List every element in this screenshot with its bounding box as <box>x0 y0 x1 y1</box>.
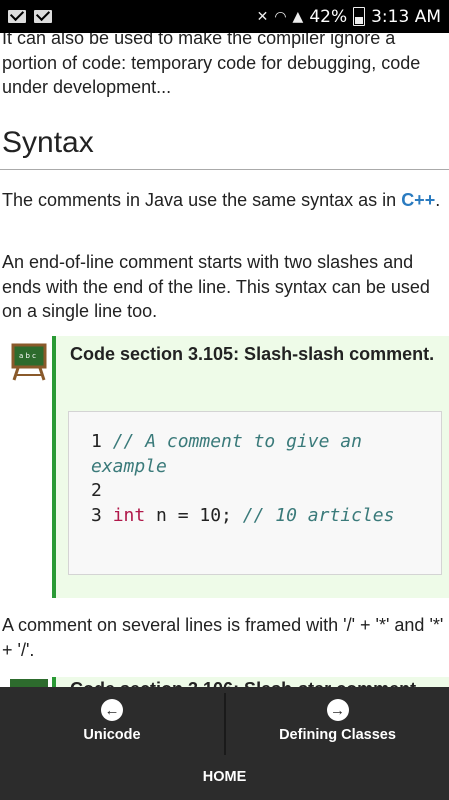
line-number: 2 <box>91 480 102 501</box>
cpp-link[interactable]: C++ <box>401 190 435 210</box>
bottom-navigation: ← Unicode → Defining Classes HOME <box>0 687 449 800</box>
code-section-panel: Code section 3.105: Slash-slash comment.… <box>52 336 449 598</box>
code-comment: // 10 articles <box>242 504 395 526</box>
mute-icon: ✕ <box>256 8 269 25</box>
code-caption: Code section 3.106: Slash-star comment <box>70 679 416 687</box>
chalkboard-icon <box>10 679 48 687</box>
intro-paragraph: It can also be used to make the compiler… <box>2 33 421 97</box>
line-number: 3 <box>91 504 102 526</box>
battery-percent: 42% <box>309 6 348 27</box>
code-comment: // A comment to give an example <box>91 431 362 477</box>
prev-chapter-label: Unicode <box>83 727 141 743</box>
line-number: 1 <box>91 431 102 452</box>
multiline-paragraph: A comment on several lines is framed wit… <box>2 615 444 660</box>
code-section-3-105: a b c Code section 3.105: Slash-slash co… <box>10 336 449 598</box>
status-bar: ✕ ◠ ▲ 42% 3:13 AM <box>0 0 449 33</box>
arrow-left-icon: ← <box>101 699 123 721</box>
chalkboard-icon: a b c <box>11 343 47 381</box>
syntax-text: The comments in Java use the same syntax… <box>2 190 402 210</box>
article-content[interactable]: It can also be used to make the compiler… <box>0 33 449 687</box>
home-button[interactable]: HOME <box>0 757 449 797</box>
signal-icon: ▲ <box>292 8 304 25</box>
code-caption: Code section 3.105: Slash-slash comment. <box>70 344 435 364</box>
code-line-3: 3 int n = 10; // 10 articles <box>91 504 441 529</box>
code-block: 1 // A comment to give an example 2 3 in… <box>68 411 442 575</box>
svg-text:a b c: a b c <box>19 352 36 360</box>
gmail-notification-icon <box>8 10 26 23</box>
next-chapter-label: Defining Classes <box>279 727 396 743</box>
syntax-text-end: . <box>435 190 441 210</box>
code-keyword: int <box>112 504 146 526</box>
arrow-right-icon: → <box>326 699 349 721</box>
prev-chapter-button[interactable]: ← Unicode <box>0 687 224 755</box>
wifi-icon: ◠ <box>274 8 287 25</box>
end-of-line-paragraph: An end-of-line comment starts with two s… <box>2 252 430 321</box>
code-line-1: 1 // A comment to give an example <box>91 430 441 479</box>
code-line-2: 2 <box>91 479 441 504</box>
syntax-paragraph: The comments in Java use the same syntax… <box>0 188 449 213</box>
section-heading: Syntax <box>2 126 94 159</box>
code-section-3-106: Code section 3.106: Slash-star comment <box>10 677 449 687</box>
code-section-panel: Code section 3.106: Slash-star comment <box>52 677 449 687</box>
code-text: n = 10; <box>145 504 243 526</box>
clock: 3:13 AM <box>371 6 441 27</box>
heading-divider <box>0 169 449 170</box>
battery-icon <box>353 7 366 26</box>
email-notification-icon <box>34 10 52 23</box>
next-chapter-button[interactable]: → Defining Classes <box>226 687 449 755</box>
